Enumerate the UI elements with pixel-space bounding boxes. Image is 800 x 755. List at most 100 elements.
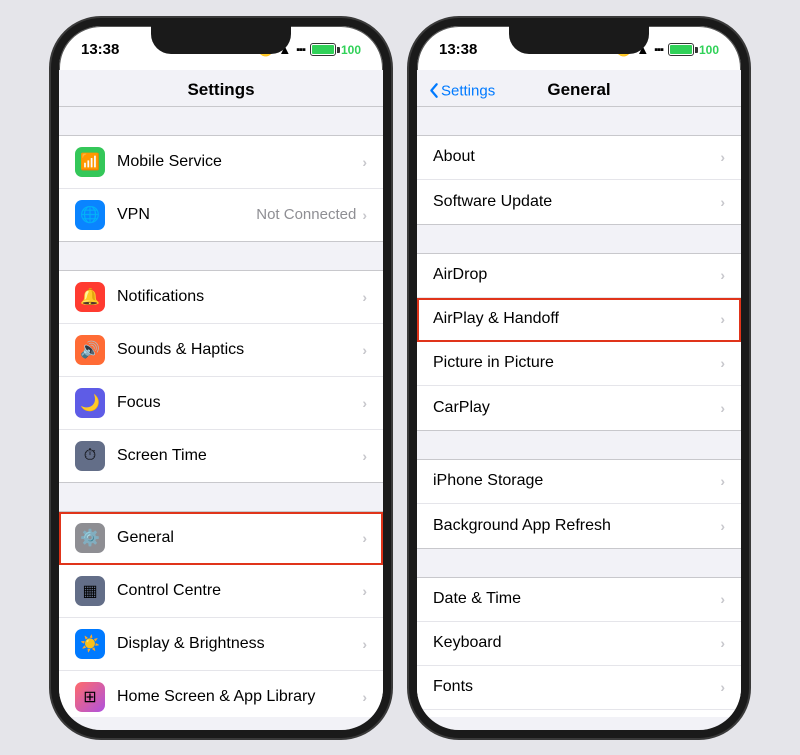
chevron-icon: › (720, 400, 725, 416)
list-item[interactable]: Picture in Picture › (417, 342, 741, 386)
battery-fill-1 (312, 45, 334, 54)
item-label: AirDrop (433, 266, 720, 284)
gap-2-4 (417, 549, 741, 577)
item-label: Sounds & Haptics (117, 341, 362, 359)
vpn-value: Not Connected (256, 206, 356, 223)
group-2-2: AirDrop › AirPlay & Handoff › Picture in… (417, 253, 741, 431)
list-item[interactable]: Fonts › (417, 666, 741, 710)
item-label: Background App Refresh (433, 517, 720, 535)
general-icon: ⚙️ (75, 523, 105, 553)
item-label: Notifications (117, 288, 362, 306)
group-1-1: 📶 Mobile Service › 🌐 VPN Not Connected › (59, 135, 383, 242)
airplay-handoff-list-item[interactable]: AirPlay & Handoff › (417, 298, 741, 342)
list-item[interactable]: Background App Refresh › (417, 504, 741, 548)
chevron-icon: › (720, 194, 725, 210)
item-label: CarPlay (433, 399, 720, 417)
list-item[interactable]: Date & Time › (417, 578, 741, 622)
item-label: Screen Time (117, 447, 362, 465)
item-label: Control Centre (117, 582, 362, 600)
chevron-icon: › (362, 583, 367, 599)
screen-time-icon: ⏱ (75, 441, 105, 471)
chevron-icon: › (720, 149, 725, 165)
list-item[interactable]: 🔔 Notifications › (59, 271, 383, 324)
item-label: Focus (117, 394, 362, 412)
chevron-icon: › (362, 207, 367, 223)
group-2-1: About › Software Update › (417, 135, 741, 225)
list-item[interactable]: ☀️ Display & Brightness › (59, 618, 383, 671)
list-item[interactable]: 🌙 Focus › (59, 377, 383, 430)
list-item[interactable]: About › (417, 136, 741, 180)
back-label: Settings (441, 82, 495, 99)
item-label: Mobile Service (117, 153, 362, 171)
gap-2-3 (417, 431, 741, 459)
signal-icon-2: ▪▪▪ (654, 44, 663, 56)
list-item[interactable]: Language & Region › (417, 710, 741, 717)
chevron-icon: › (362, 448, 367, 464)
phone-2: 13:38 🌙 ▲ ▪▪▪ 100 Settings General (409, 18, 749, 738)
chevron-icon: › (362, 289, 367, 305)
mobile-service-icon: 📶 (75, 147, 105, 177)
list-item[interactable]: 🔊 Sounds & Haptics › (59, 324, 383, 377)
focus-icon: 🌙 (75, 388, 105, 418)
list-item[interactable]: ⊞ Home Screen & App Library › (59, 671, 383, 717)
phone-1: 13:38 🌙 ▲ ▪▪▪ 100 Settings 📶 Mobile Serv… (51, 18, 391, 738)
chevron-icon: › (720, 635, 725, 651)
item-label: Display & Brightness (117, 635, 362, 653)
notifications-icon: 🔔 (75, 282, 105, 312)
general-list-item[interactable]: ⚙️ General › (59, 512, 383, 565)
item-label: Software Update (433, 193, 720, 211)
control-centre-icon: ▦ (75, 576, 105, 606)
chevron-icon: › (720, 473, 725, 489)
chevron-icon: › (720, 679, 725, 695)
gap-2-1 (417, 107, 741, 135)
battery-icon-2 (668, 43, 694, 56)
group-1-3: ⚙️ General › ▦ Control Centre › ☀️ Displ… (59, 511, 383, 717)
notch-1 (151, 26, 291, 54)
signal-icon-1: ▪▪▪ (296, 44, 305, 56)
item-label: Keyboard (433, 634, 720, 652)
chevron-icon: › (362, 530, 367, 546)
status-time-2: 13:38 (439, 41, 477, 58)
sounds-icon: 🔊 (75, 335, 105, 365)
battery-percent-1: 100 (341, 43, 361, 57)
settings-list-2: About › Software Update › AirDrop › AirP… (417, 107, 741, 717)
settings-list-1: 📶 Mobile Service › 🌐 VPN Not Connected ›… (59, 107, 383, 717)
list-item[interactable]: Keyboard › (417, 622, 741, 666)
group-1-2: 🔔 Notifications › 🔊 Sounds & Haptics › 🌙… (59, 270, 383, 483)
chevron-icon: › (720, 355, 725, 371)
general-title: General (547, 80, 610, 99)
list-item[interactable]: 📶 Mobile Service › (59, 136, 383, 189)
gap-1 (59, 107, 383, 135)
chevron-icon: › (362, 342, 367, 358)
settings-title: Settings (187, 80, 254, 99)
chevron-icon: › (720, 518, 725, 534)
battery-fill-2 (670, 45, 692, 54)
list-item[interactable]: 🌐 VPN Not Connected › (59, 189, 383, 241)
list-item[interactable]: ⏱ Screen Time › (59, 430, 383, 482)
item-label: Picture in Picture (433, 354, 720, 372)
list-item[interactable]: Software Update › (417, 180, 741, 224)
vpn-icon: 🌐 (75, 200, 105, 230)
item-label: AirPlay & Handoff (433, 310, 720, 328)
display-icon: ☀️ (75, 629, 105, 659)
chevron-icon: › (362, 689, 367, 705)
chevron-icon: › (720, 591, 725, 607)
chevron-icon: › (362, 154, 367, 170)
list-item[interactable]: CarPlay › (417, 386, 741, 430)
gap-2 (59, 242, 383, 270)
nav-bar-1: Settings (59, 70, 383, 107)
gap-3 (59, 483, 383, 511)
screen-1: Settings 📶 Mobile Service › 🌐 VPN Not Co… (59, 70, 383, 730)
chevron-icon: › (362, 395, 367, 411)
item-label: General (117, 529, 362, 547)
list-item[interactable]: iPhone Storage › (417, 460, 741, 504)
notch-2 (509, 26, 649, 54)
item-label: Fonts (433, 678, 720, 696)
item-label: iPhone Storage (433, 472, 720, 490)
battery-percent-2: 100 (699, 43, 719, 57)
nav-bar-2: Settings General (417, 70, 741, 107)
list-item[interactable]: ▦ Control Centre › (59, 565, 383, 618)
list-item[interactable]: AirDrop › (417, 254, 741, 298)
back-button[interactable]: Settings (429, 82, 495, 99)
group-2-4: Date & Time › Keyboard › Fonts › Languag… (417, 577, 741, 717)
